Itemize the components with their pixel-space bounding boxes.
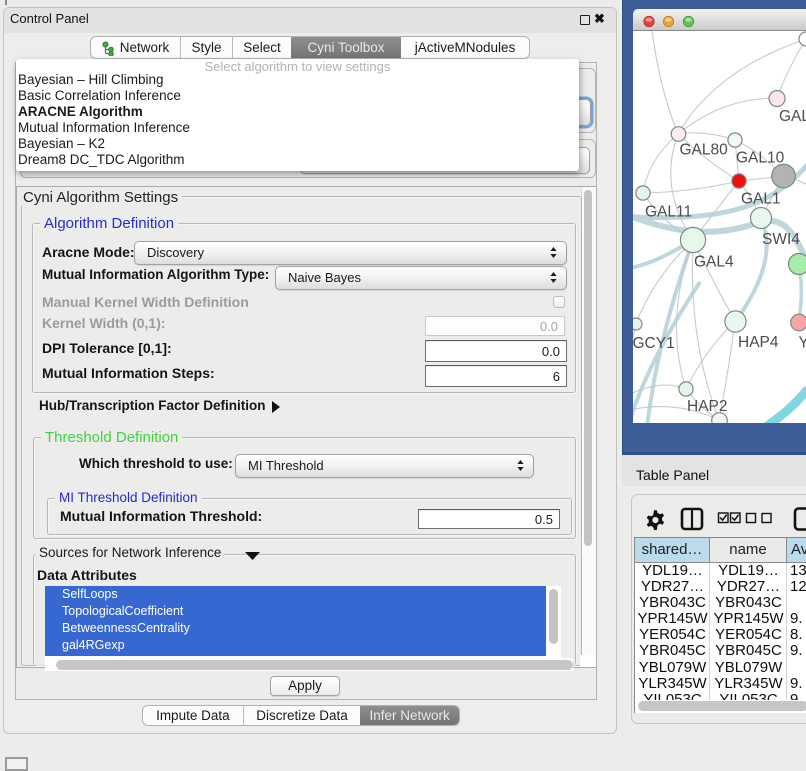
svg-text:GAL1: GAL1	[741, 191, 781, 208]
svg-text:HAP2: HAP2	[687, 398, 728, 415]
svg-text:HAP4: HAP4	[738, 334, 779, 351]
svg-text:GAL4: GAL4	[694, 254, 734, 271]
svg-text:GAL80: GAL80	[680, 142, 729, 159]
svg-text:SWI4: SWI4	[762, 231, 800, 248]
svg-text:YJ: YJ	[799, 335, 806, 352]
svg-text:GCY1: GCY1	[633, 335, 675, 352]
svg-text:GAL11: GAL11	[645, 204, 692, 221]
svg-text:GAL7: GAL7	[779, 108, 806, 125]
svg-text:GAL10: GAL10	[736, 150, 785, 167]
